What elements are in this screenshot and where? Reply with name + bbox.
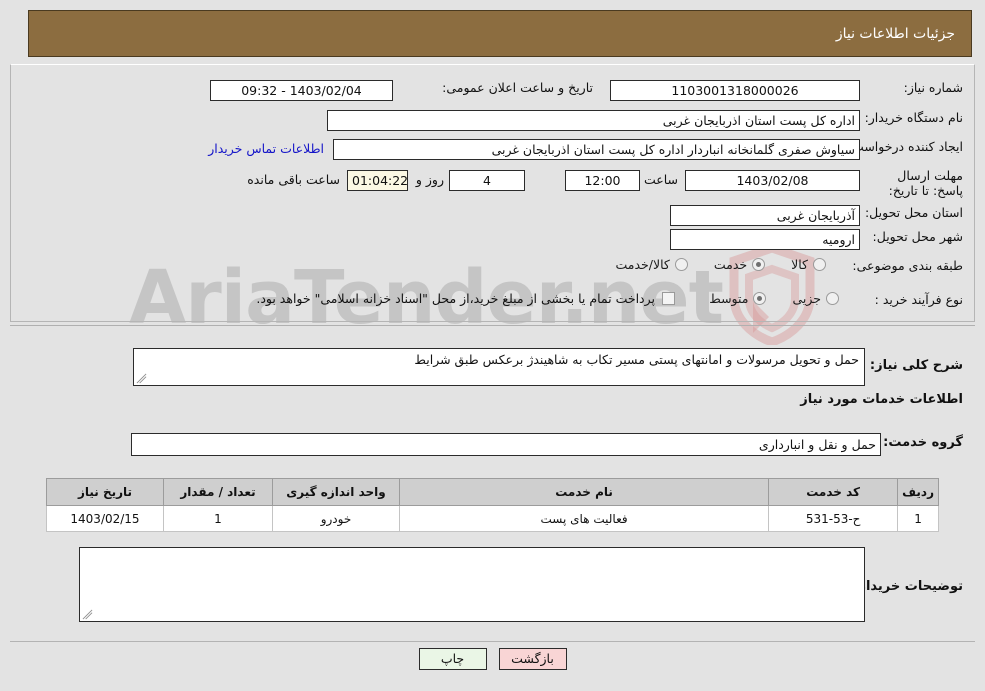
days-left-value: 4 xyxy=(449,170,525,191)
category-label-1: خدمت xyxy=(713,257,748,272)
announce-datetime-value: 09:32 - 1403/02/04 xyxy=(210,80,393,101)
col-unit: واحد اندازه گیری xyxy=(272,478,400,506)
category-option-2[interactable]: کالا/خدمت xyxy=(615,257,688,272)
category-label-2: کالا/خدمت xyxy=(615,257,670,272)
need-number-row: شماره نیاز: xyxy=(904,80,963,95)
bottom-divider xyxy=(10,641,975,642)
province-value: آذربایجان غربی xyxy=(670,205,860,226)
services-table: ردیف کد خدمت نام خدمت واحد اندازه گیری ت… xyxy=(46,478,939,532)
cell-need-date: 1403/02/15 xyxy=(46,505,164,532)
col-name: نام خدمت xyxy=(398,478,770,506)
category-options: کالا خدمت کالا/خدمت xyxy=(615,257,852,272)
buyer-org-row: نام دستگاه خریدار: xyxy=(865,110,963,125)
requester-label: ایجاد کننده درخواست: xyxy=(847,139,963,154)
deadline-label-block: مهلت ارسال پاسخ: تا تاریخ: xyxy=(867,168,963,199)
category-label-0: کالا xyxy=(791,257,808,272)
col-index: ردیف xyxy=(897,478,939,506)
city-row: شهر محل تحویل: xyxy=(873,229,963,244)
buyer-notes-textarea[interactable] xyxy=(79,547,865,622)
need-desc-textarea[interactable]: حمل و تحویل مرسولات و امانتهای پستی مسیر… xyxy=(133,348,865,386)
category-row: طبقه بندی موضوعی: xyxy=(852,258,963,273)
buyer-notes-label: توضیحات خریدار: xyxy=(853,579,963,594)
process-radio-1[interactable] xyxy=(753,292,767,305)
process-option-0[interactable]: جزیی xyxy=(792,291,839,306)
category-option-1[interactable]: خدمت xyxy=(713,257,766,272)
process-row: نوع فرآیند خرید : xyxy=(875,292,963,307)
announce-datetime-label: تاریخ و ساعت اعلان عمومی: xyxy=(442,80,593,95)
deadline-label: مهلت ارسال پاسخ: تا تاریخ: xyxy=(888,168,963,198)
table-row: 1 ح-53-531 فعالیت های پست خودرو 1 1403/0… xyxy=(46,505,939,532)
category-radio-1[interactable] xyxy=(752,258,766,271)
category-label: طبقه بندی موضوعی: xyxy=(852,258,963,273)
treasury-checkbox[interactable] xyxy=(662,292,675,305)
resize-grip-icon[interactable] xyxy=(82,609,93,620)
resize-grip-icon[interactable] xyxy=(136,373,147,384)
process-label-0: جزیی xyxy=(792,291,821,306)
col-quantity: تعداد / مقدار xyxy=(163,478,273,506)
announce-datetime-row: تاریخ و ساعت اعلان عمومی: xyxy=(442,80,593,95)
buyer-contact-link[interactable]: اطلاعات تماس خریدار xyxy=(208,141,324,156)
buyer-org-label: نام دستگاه خریدار: xyxy=(864,110,963,125)
days-unit-label: روز و xyxy=(415,172,444,187)
cell-unit: خودرو xyxy=(272,505,400,532)
category-radio-0[interactable] xyxy=(813,258,826,271)
page-header: جزئیات اطلاعات نیاز xyxy=(28,10,972,57)
province-label: استان محل تحویل: xyxy=(864,205,963,220)
buyer-org-value: اداره کل پست استان اذربایجان غربی xyxy=(327,110,860,131)
page-title: جزئیات اطلاعات نیاز xyxy=(835,25,955,42)
cell-index: 1 xyxy=(897,505,939,532)
province-row: استان محل تحویل: xyxy=(865,205,963,220)
countdown-unit-label: ساعت باقی مانده xyxy=(247,172,340,187)
print-button[interactable]: چاپ xyxy=(418,648,487,670)
cell-name: فعالیت های پست xyxy=(398,505,770,532)
category-option-0[interactable]: کالا xyxy=(791,257,826,272)
need-desc-label: شرح کلی نیاز: xyxy=(869,358,963,373)
city-value: ارومیه xyxy=(670,229,860,250)
services-section-title: اطلاعات خدمات مورد نیاز xyxy=(800,392,963,407)
service-group-label: گروه خدمت: xyxy=(883,435,963,450)
requester-row: ایجاد کننده درخواست: xyxy=(848,139,963,154)
cell-quantity: 1 xyxy=(163,505,273,532)
cell-code: ح-53-531 xyxy=(768,505,899,532)
deadline-time-label: ساعت xyxy=(643,172,678,187)
process-option-1[interactable]: متوسط xyxy=(709,291,767,306)
need-info-panel xyxy=(10,64,975,322)
col-need-date: تاریخ نیاز xyxy=(46,478,164,506)
process-label: نوع فرآیند خرید : xyxy=(874,292,963,307)
process-radio-0[interactable] xyxy=(826,292,839,305)
table-header-row: ردیف کد خدمت نام خدمت واحد اندازه گیری ت… xyxy=(46,478,939,506)
countdown-timer: 01:04:22 xyxy=(347,170,408,191)
requester-value: سیاوش صفری گلمانخانه انباردار اداره کل پ… xyxy=(333,139,860,160)
category-radio-2[interactable] xyxy=(674,258,688,271)
service-group-value: حمل و نقل و انبارداری xyxy=(131,433,881,456)
process-options: جزیی متوسط xyxy=(709,291,865,306)
back-button[interactable]: بازگشت xyxy=(498,648,567,670)
need-number-value: 1103001318000026 xyxy=(610,80,860,101)
deadline-date-value: 1403/02/08 xyxy=(685,170,860,191)
process-label-1: متوسط xyxy=(709,291,749,306)
treasury-row: پرداخت تمام یا بخشی از مبلغ خرید،از محل … xyxy=(256,291,675,306)
button-bar: بازگشت چاپ xyxy=(0,648,985,670)
col-code: کد خدمت xyxy=(768,478,899,506)
city-label: شهر محل تحویل: xyxy=(872,229,963,244)
treasury-text: پرداخت تمام یا بخشی از مبلغ خرید،از محل … xyxy=(256,291,655,306)
need-number-label: شماره نیاز: xyxy=(903,80,963,95)
deadline-time-value: 12:00 xyxy=(565,170,640,191)
